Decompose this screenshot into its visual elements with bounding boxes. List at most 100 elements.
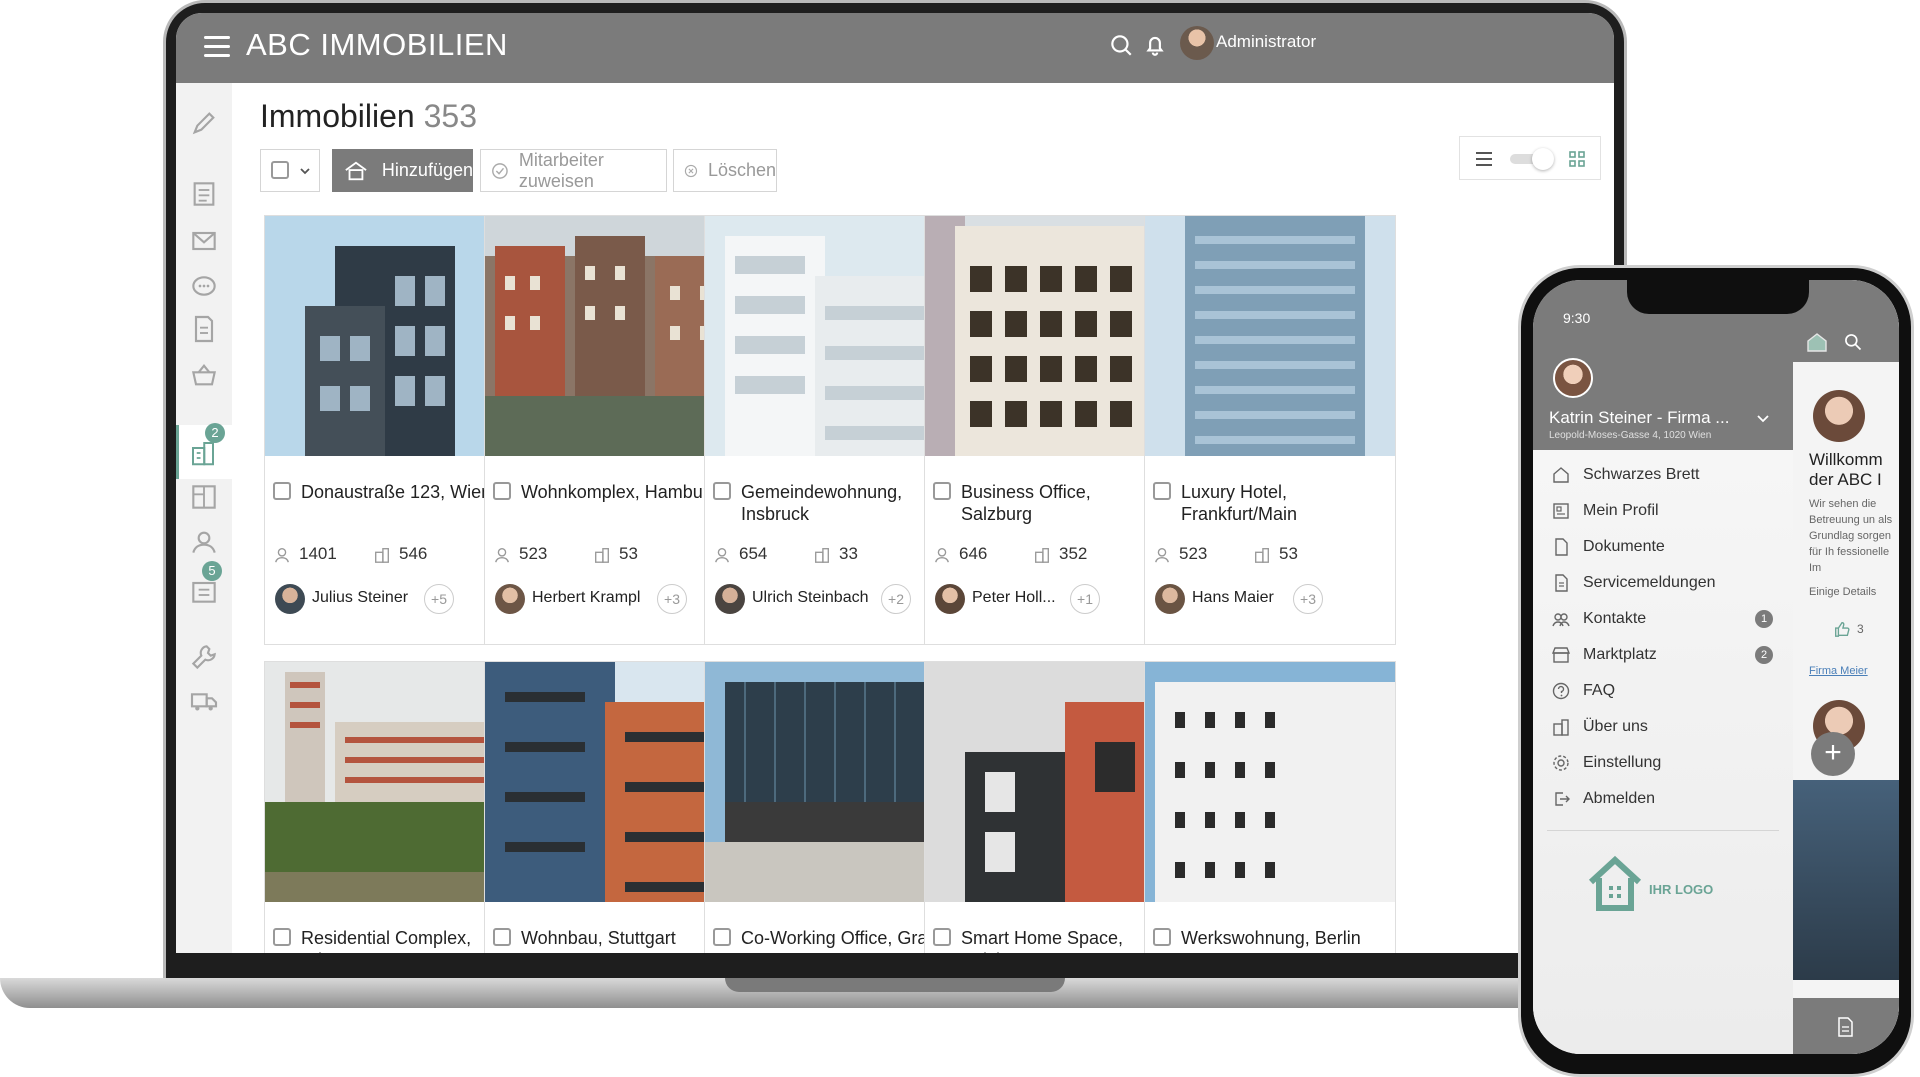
grid-view-icon[interactable] — [1568, 150, 1586, 168]
menu-item-service-reports[interactable]: Servicemeldungen — [1533, 566, 1793, 600]
menu-item-logout[interactable]: Abmelden — [1533, 782, 1793, 816]
avatar[interactable] — [1180, 26, 1214, 60]
thumbs-up-icon[interactable] — [1833, 620, 1851, 638]
card-title[interactable]: Gemeindewohnung, Insbruck — [741, 481, 946, 525]
chevron-down-icon — [300, 168, 310, 175]
menu-item-marketplace[interactable]: Marktplatz 2 — [1533, 638, 1793, 672]
property-photo — [925, 662, 1175, 902]
drawer-user-name[interactable]: Katrin Steiner - Firma ... — [1549, 408, 1729, 428]
more-agents-badge[interactable]: +2 — [881, 584, 911, 614]
user-icon[interactable] — [188, 526, 220, 558]
company-link[interactable]: Firma Meier — [1809, 665, 1868, 677]
search-icon[interactable] — [1843, 332, 1863, 352]
building-icon — [595, 548, 609, 563]
select-all-dropdown[interactable] — [260, 149, 320, 192]
document-icon[interactable] — [188, 313, 220, 345]
feed-details[interactable]: Einige Details — [1809, 586, 1876, 598]
properties-badge: 2 — [205, 423, 225, 443]
floorplan-icon[interactable] — [188, 481, 220, 513]
property-card[interactable]: Co-Working Office, Graz — [704, 661, 956, 953]
property-count: 353 — [423, 98, 477, 134]
navigation-drawer: Schwarzes Brett Mein Profil Dokumente Se… — [1533, 450, 1793, 1054]
list-view-icon[interactable] — [1474, 150, 1494, 168]
add-property-button[interactable]: Hinzufügen — [332, 149, 473, 192]
card-checkbox[interactable] — [933, 928, 951, 946]
card-checkbox[interactable] — [273, 482, 291, 500]
menu-item-about[interactable]: Über uns — [1533, 710, 1793, 744]
pencil-icon[interactable] — [188, 107, 220, 139]
agent-name: Ulrich Steinbach — [752, 589, 869, 606]
toggle-knob[interactable] — [1532, 148, 1554, 170]
chat-icon[interactable] — [188, 270, 220, 302]
property-photo — [265, 662, 515, 902]
mail-icon[interactable] — [188, 225, 220, 257]
card-title[interactable]: Donaustraße 123, Wien — [301, 481, 506, 503]
more-agents-badge[interactable]: +5 — [424, 584, 454, 614]
menu-item-profile[interactable]: Mein Profil — [1533, 494, 1793, 528]
card-checkbox[interactable] — [273, 928, 291, 946]
menu-item-settings[interactable]: Einstellung — [1533, 746, 1793, 780]
property-card[interactable]: Smart Home Space, Salzburg — [924, 661, 1176, 953]
property-card[interactable]: Wohnbau, Stuttgart — [484, 661, 736, 953]
assign-staff-button[interactable]: Mitarbeiter zuweisen — [480, 149, 667, 192]
card-checkbox[interactable] — [1153, 928, 1171, 946]
card-title[interactable]: Residential Complex, Wien — [301, 927, 506, 953]
menu-item-bulletin[interactable]: Schwarzes Brett — [1533, 458, 1793, 492]
card-title[interactable]: Wohnkomplex, Hamburg — [521, 481, 726, 503]
card-title[interactable]: Werkswohnung, Berlin — [1181, 927, 1386, 949]
property-card[interactable]: Donaustraße 123, Wien 1401 546 Julius St… — [264, 215, 516, 645]
person-icon — [715, 548, 729, 563]
property-card[interactable]: Luxury Hotel, Frankfurt/Main 523 53 Hans… — [1144, 215, 1396, 645]
card-title[interactable]: Luxury Hotel, Frankfurt/Main — [1181, 481, 1386, 525]
home-icon[interactable] — [1805, 330, 1829, 354]
building-icon — [375, 548, 389, 563]
delete-button[interactable]: Löschen — [673, 149, 777, 192]
wrench-icon[interactable] — [188, 641, 220, 673]
property-photo — [1145, 216, 1395, 456]
card-checkbox[interactable] — [493, 928, 511, 946]
truck-icon[interactable] — [188, 685, 220, 717]
property-card[interactable]: Business Office, Salzburg 646 352 Peter … — [924, 215, 1176, 645]
card-title[interactable]: Smart Home Space, Salzburg — [961, 927, 1166, 953]
view-toggle[interactable] — [1459, 136, 1601, 180]
sidebar-item-units[interactable]: 5 — [176, 561, 232, 617]
card-checkbox[interactable] — [493, 482, 511, 500]
card-title[interactable]: Business Office, Salzburg — [961, 481, 1166, 525]
card-checkbox[interactable] — [933, 482, 951, 500]
card-title[interactable]: Wohnbau, Stuttgart — [521, 927, 726, 949]
basket-icon[interactable] — [188, 359, 220, 391]
building-icon — [1553, 719, 1569, 736]
user-name[interactable]: Administrator — [1216, 32, 1316, 52]
bell-icon[interactable] — [1142, 32, 1168, 58]
property-card[interactable]: Residential Complex, Wien — [264, 661, 516, 953]
more-agents-badge[interactable]: +3 — [1293, 584, 1323, 614]
menu-item-faq[interactable]: FAQ — [1533, 674, 1793, 708]
chevron-down-icon[interactable] — [1757, 414, 1769, 424]
menu-item-documents[interactable]: Dokumente — [1533, 530, 1793, 564]
card-checkbox[interactable] — [713, 482, 731, 500]
search-icon[interactable] — [1108, 32, 1134, 58]
feed-panel: Willkomm der ABC I Wir sehen die Betreuu… — [1793, 280, 1899, 1054]
menu-icon[interactable] — [204, 36, 230, 58]
card-title[interactable]: Co-Working Office, Graz — [741, 927, 946, 949]
menu-item-contacts[interactable]: Kontakte 1 — [1533, 602, 1793, 636]
card-checkbox[interactable] — [713, 928, 731, 946]
card-checkbox[interactable] — [1153, 482, 1171, 500]
property-card[interactable]: Werkswohnung, Berlin — [1144, 661, 1396, 953]
tenant-count: 1401 — [299, 544, 337, 563]
contacts-badge: 1 — [1755, 610, 1773, 628]
add-post-button[interactable]: + — [1811, 732, 1855, 776]
document-icon[interactable] — [1835, 1016, 1855, 1038]
sidebar-item-properties[interactable]: 2 — [176, 423, 232, 479]
logo-text: IHR LOGO — [1649, 882, 1714, 897]
avatar[interactable] — [1553, 358, 1593, 398]
more-agents-badge[interactable]: +3 — [657, 584, 687, 614]
select-all-checkbox[interactable] — [271, 161, 289, 179]
tenant-count: 654 — [739, 544, 768, 563]
list-icon[interactable] — [188, 178, 220, 210]
more-agents-badge[interactable]: +1 — [1070, 584, 1100, 614]
property-photo — [1145, 662, 1395, 902]
property-card[interactable]: Wohnkomplex, Hamburg 523 53 Herbert Kram… — [484, 215, 736, 645]
property-card[interactable]: Gemeindewohnung, Insbruck 654 33 Ulrich … — [704, 215, 956, 645]
unit-count: 352 — [1059, 544, 1088, 563]
